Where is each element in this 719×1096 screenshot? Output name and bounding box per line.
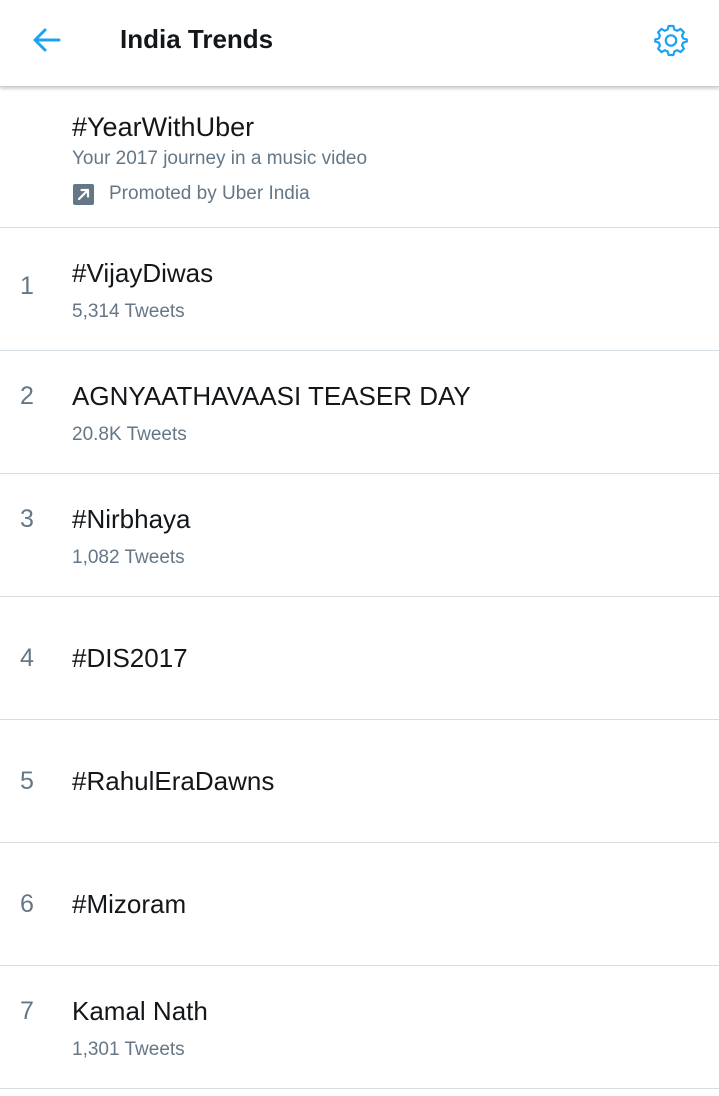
trend-rank: 4 [20,644,34,672]
trend-name: #DIS2017 [72,643,188,673]
promoted-by-label: Promoted by Uber India [109,183,310,204]
trend-row-4[interactable]: 4 #DIS2017 [0,597,719,720]
trend-rank: 5 [20,767,34,795]
promoted-trend-name: #YearWithUber [72,112,255,142]
gear-icon[interactable] [651,20,691,60]
trend-rank: 7 [20,997,34,1025]
tweet-count: 1,082 Tweets [72,547,185,568]
tweet-count: 5,314 Tweets [72,301,185,322]
tweet-count: 20.8K Tweets [72,424,187,445]
trend-row-7[interactable]: 7 Kamal Nath 1,301 Tweets [0,966,719,1089]
trend-rank: 1 [20,272,34,300]
tweet-count: 1,301 Tweets [72,1039,185,1060]
trend-name: AGNYAATHAVAASI TEASER DAY [72,381,471,411]
trend-row-1[interactable]: 1 #VijayDiwas 5,314 Tweets [0,228,719,351]
trend-row-5[interactable]: 5 #RahulEraDawns [0,720,719,843]
promoted-arrow-icon [73,184,94,205]
trend-name: #VijayDiwas [72,258,214,288]
trend-row-2[interactable]: 2 AGNYAATHAVAASI TEASER DAY 20.8K Tweets [0,351,719,474]
top-bar: India Trends [0,0,719,87]
trend-row-6[interactable]: 6 #Mizoram [0,843,719,966]
trend-name: #Nirbhaya [72,504,191,534]
page-title: India Trends [120,24,274,54]
back-arrow-icon[interactable] [28,22,64,58]
trend-name: Kamal Nath [72,996,208,1026]
trend-name: #Mizoram [72,889,187,919]
promoted-trend[interactable]: #YearWithUber Your 2017 journey in a mus… [0,88,719,228]
trend-rank: 2 [20,382,34,410]
trend-row-3[interactable]: 3 #Nirbhaya 1,082 Tweets [0,474,719,597]
trend-name: #RahulEraDawns [72,766,275,796]
trend-rank: 3 [20,505,34,533]
promoted-trend-description: Your 2017 journey in a music video [72,148,368,169]
trend-rank: 6 [20,890,34,918]
